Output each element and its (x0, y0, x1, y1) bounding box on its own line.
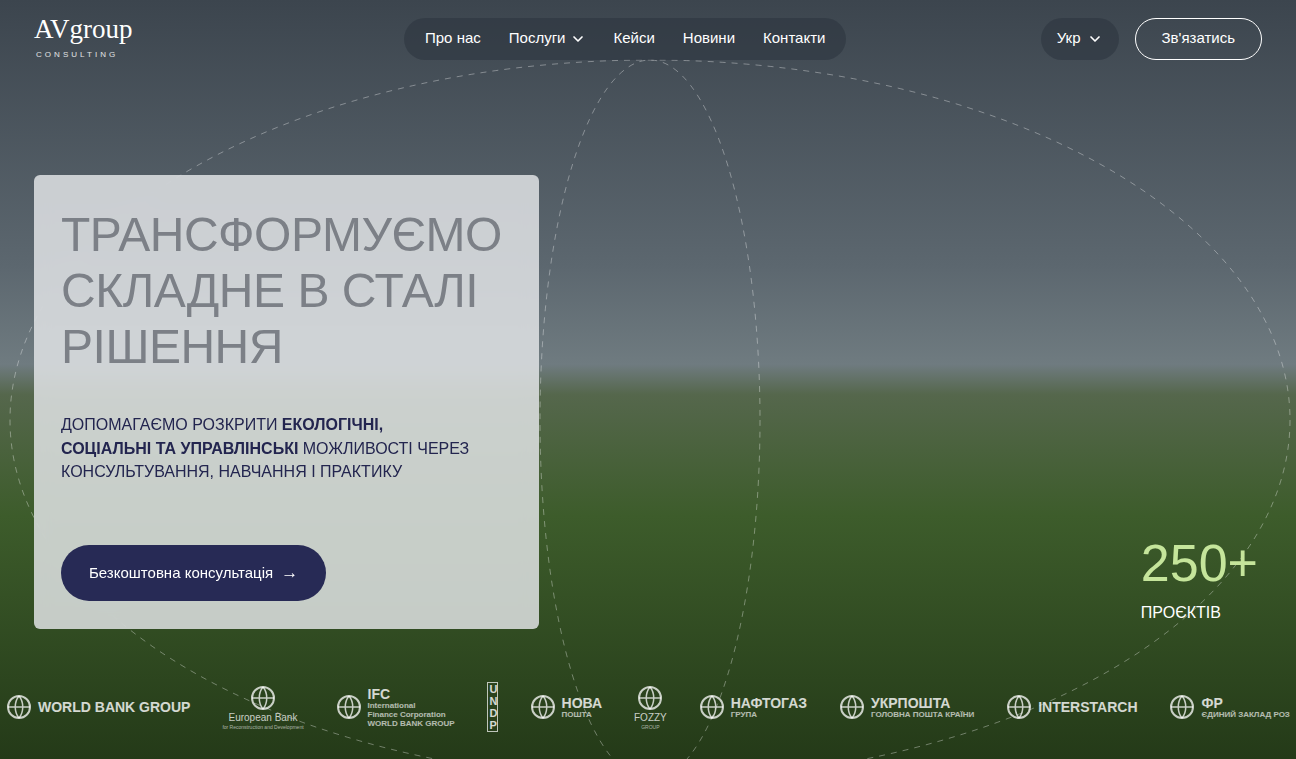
partner-logo: IFCInternationalFinance CorporationWORLD… (336, 687, 455, 728)
nav-item[interactable]: Новини (670, 27, 748, 50)
nav-item[interactable]: Контакти (750, 27, 838, 50)
partner-logo: НОВАПОШТА (530, 694, 603, 720)
free-consultation-button[interactable]: Безкоштовна консультація→ (61, 545, 326, 601)
partner-logo: НАФТОГАЗГРУПА (699, 694, 807, 720)
partner-logo: European Bankfor Reconstruction and Deve… (222, 685, 303, 730)
partner-logo: УКРПОШТАГОЛОВНА ПОШТА КРАЇНИ (839, 694, 974, 720)
arrow-right-icon: → (281, 560, 298, 586)
logo-mark-icon (699, 694, 725, 720)
logo-mark-icon (637, 685, 663, 711)
logo-mark-icon (336, 694, 362, 720)
partner-logo: ФРЄДИНИЙ ЗАКЛАД РОЗ (1169, 694, 1289, 720)
partners-strip: WORLD BANK GROUP European Bankfor Reconst… (0, 677, 1296, 737)
logo-mark-icon (530, 694, 556, 720)
contact-button[interactable]: Зв'язатись (1135, 18, 1262, 60)
logo-mark-icon (839, 694, 865, 720)
partner-logo: FOZZYGROUP (634, 685, 667, 730)
projects-stat: 250+ПРОЄКТІВ (1141, 537, 1262, 629)
language-select[interactable]: Укр (1041, 18, 1119, 60)
logo-mark-icon (6, 694, 32, 720)
nav-item[interactable]: Про нас (412, 27, 494, 50)
chevron-down-icon (1087, 31, 1103, 47)
page: AVgroupCONSULTING Про насПослугиКейсиНови… (0, 0, 1296, 759)
logo-mark-icon (250, 685, 276, 711)
nav-item[interactable]: Кейси (601, 27, 668, 50)
main-nav: Про насПослугиКейсиНовиниКонтакти (404, 18, 846, 60)
header: AVgroupCONSULTING Про насПослугиКейсиНови… (0, 0, 1296, 75)
hero: ТРАНСФОРМУЄМОСКЛАДНЕ В СТАЛІРІШЕННЯ ДОПОМ… (0, 75, 1296, 629)
brand-logo[interactable]: AVgroupCONSULTING (34, 16, 144, 61)
chevron-down-icon (570, 31, 586, 47)
partner-logo: INTERSTARCH (1006, 694, 1137, 720)
nav-item[interactable]: Послуги (496, 27, 599, 50)
partner-logo: UNDP (487, 682, 498, 732)
partner-logo: WORLD BANK GROUP (6, 694, 190, 720)
hero-subtitle: ДОПОМАГАЄМО РОЗКРИТИ ЕКОЛОГІЧНІ, СОЦІАЛЬ… (61, 413, 471, 483)
logo-mark-icon (1169, 694, 1195, 720)
hero-card: ТРАНСФОРМУЄМОСКЛАДНЕ В СТАЛІРІШЕННЯ ДОПОМ… (34, 175, 539, 629)
hero-heading: ТРАНСФОРМУЄМОСКЛАДНЕ В СТАЛІРІШЕННЯ (61, 207, 512, 375)
logo-mark-icon (1006, 694, 1032, 720)
